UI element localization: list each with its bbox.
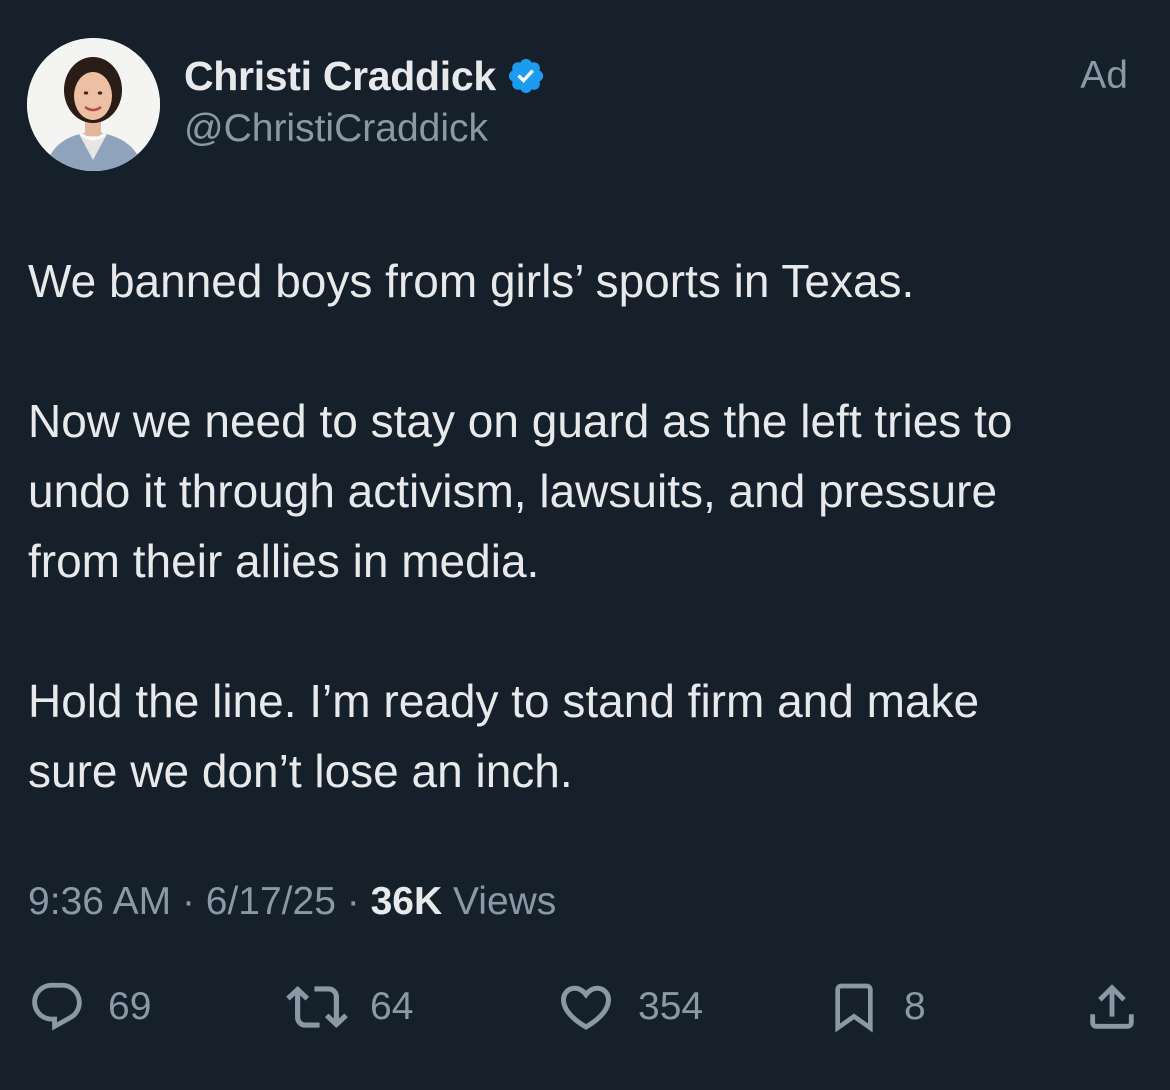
ad-label: Ad xyxy=(1080,54,1128,97)
like-button[interactable]: 354 xyxy=(556,975,703,1039)
bookmark-count: 8 xyxy=(904,985,926,1028)
tweet-meta: 9:36 AM · 6/17/25 · 36K Views xyxy=(28,880,556,924)
author-handle[interactable]: @ChristiCraddick xyxy=(184,107,488,151)
author-display-name[interactable]: Christi Craddick xyxy=(184,53,496,100)
repost-icon xyxy=(286,986,348,1028)
reply-button[interactable]: 69 xyxy=(28,975,151,1039)
share-button[interactable] xyxy=(1083,975,1141,1039)
reply-count: 69 xyxy=(108,985,152,1028)
tweet-paragraph: Now we need to stay on guard as the left… xyxy=(28,395,1013,587)
bookmark-button[interactable]: 8 xyxy=(826,975,926,1039)
author-name-row[interactable]: Christi Craddick xyxy=(184,50,546,102)
tweet-paragraph: Hold the line. I’m ready to stand firm a… xyxy=(28,675,980,797)
views-count: 36K xyxy=(370,880,443,923)
tweet-date[interactable]: 6/17/25 xyxy=(206,880,336,923)
avatar[interactable] xyxy=(27,38,160,171)
tweet-paragraph: We banned boys from girls’ sports in Tex… xyxy=(28,255,915,307)
tweet-time[interactable]: 9:36 AM xyxy=(28,880,171,923)
share-icon xyxy=(1090,984,1134,1029)
repost-button[interactable]: 64 xyxy=(286,975,413,1039)
views-label: Views xyxy=(452,880,557,923)
heart-icon xyxy=(560,985,612,1030)
meta-separator: · xyxy=(346,880,360,923)
tweet-text: We banned boys from girls’ sports in Tex… xyxy=(28,246,1138,806)
verified-badge-icon xyxy=(506,56,546,96)
bookmark-icon xyxy=(835,983,873,1033)
like-count: 354 xyxy=(638,985,704,1028)
tweet-card[interactable]: Christi Craddick @ChristiCraddick Ad We … xyxy=(0,0,1170,1090)
tweet-actions: 69 64 354 8 xyxy=(0,975,1170,1039)
reply-icon xyxy=(32,982,82,1031)
meta-separator: · xyxy=(181,880,195,923)
repost-count: 64 xyxy=(370,985,414,1028)
